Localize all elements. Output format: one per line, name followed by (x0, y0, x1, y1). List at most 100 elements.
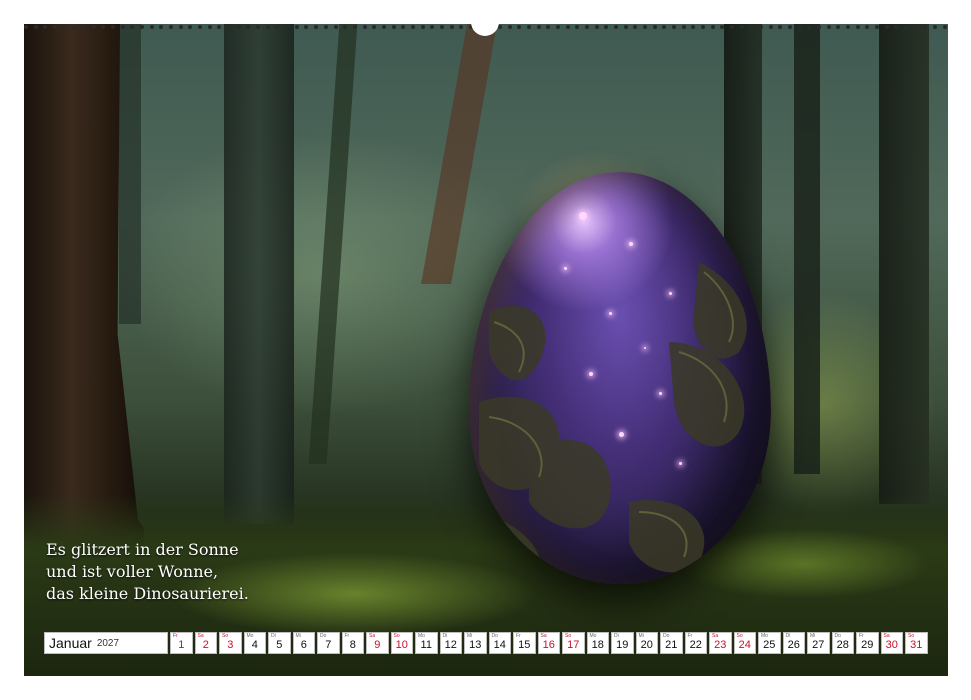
day-number: 6 (300, 639, 307, 651)
binding-hole (797, 25, 802, 29)
calendar-day-cell: Fr 15 (513, 632, 536, 654)
day-number: 15 (518, 639, 531, 651)
calendar-day-cell: So 10 (390, 632, 413, 654)
calendar-day-cell: Mo 25 (758, 632, 781, 654)
day-number: 8 (349, 639, 356, 651)
binding-hole (256, 25, 261, 29)
caption-line: und ist voller Wonne, (46, 562, 219, 581)
binding-hole (604, 25, 609, 29)
binding-hole (391, 25, 396, 29)
calendar-day-cell: Fr 29 (856, 632, 879, 654)
calendar-day-cell: Mi 6 (292, 632, 315, 654)
binding-hole (459, 25, 464, 29)
binding-hole (555, 25, 560, 29)
month-label: Januar 2027 (44, 632, 168, 654)
day-number: 9 (374, 639, 381, 651)
binding-hole (236, 25, 241, 29)
calendar-day-cell: Sa 23 (709, 632, 732, 654)
binding-hole (275, 25, 280, 29)
month-name: Januar (49, 635, 92, 651)
binding-hole (507, 25, 512, 29)
calendar-day-cell: Mi 13 (464, 632, 487, 654)
binding-hole (942, 25, 947, 29)
day-number: 7 (325, 639, 332, 651)
calendar-day-cell: Do 21 (660, 632, 683, 654)
tree-trunk (879, 24, 929, 504)
calendar-day-cell: So 24 (733, 632, 756, 654)
binding-hole (140, 25, 145, 29)
day-number: 23 (714, 639, 727, 651)
binding-hole (314, 25, 319, 29)
calendar-day-cell: Mo 18 (586, 632, 609, 654)
binding-hole (923, 25, 928, 29)
binding-hole (294, 25, 299, 29)
caption-text: Es glitzert in der Sonne und ist voller … (46, 539, 249, 605)
binding-hole (449, 25, 454, 29)
binding-hole (817, 25, 822, 29)
sparkle (669, 292, 672, 295)
binding-hole (739, 25, 744, 29)
binding-hole (662, 25, 667, 29)
binding-hole (875, 25, 880, 29)
binding-hole (401, 25, 406, 29)
day-cells: Fr 1 Sa 2 So 3 Mo 4 Di 5 Mi 6 Do 7 Fr 8 Sa 9 So 10 Mo 11 Di 12 M… (170, 632, 930, 656)
binding-hole (343, 25, 348, 29)
binding-hole (62, 25, 67, 29)
binding-hole (43, 25, 48, 29)
calendar-day-cell: Fr 8 (341, 632, 364, 654)
calendar-day-cell: Mo 11 (415, 632, 438, 654)
calendar-day-cell: Sa 9 (366, 632, 389, 654)
day-number: 26 (787, 639, 800, 651)
day-number: 17 (567, 639, 580, 651)
binding-hole (778, 25, 783, 29)
binding-hole (120, 25, 125, 29)
binding-hole (352, 25, 357, 29)
binding-hole (613, 25, 618, 29)
binding-hole (904, 25, 909, 29)
binding-hole (517, 25, 522, 29)
day-number: 31 (910, 639, 923, 651)
calendar-day-cell: Sa 16 (537, 632, 560, 654)
sparkle (644, 347, 646, 349)
binding-hole (265, 25, 270, 29)
binding-hole (246, 25, 251, 29)
binding-hole (430, 25, 435, 29)
sparkle (609, 312, 612, 315)
binding-hole (149, 25, 154, 29)
calendar-day-cell: So 17 (562, 632, 585, 654)
tree-trunk (224, 24, 294, 524)
binding-hole (101, 25, 106, 29)
day-number: 30 (885, 639, 898, 651)
sparkle (564, 267, 567, 270)
binding-hole (217, 25, 222, 29)
year-label: 2027 (96, 637, 120, 649)
binding-hole (643, 25, 647, 29)
day-number: 20 (640, 639, 653, 651)
binding-hole (169, 25, 174, 29)
binding-hole (836, 25, 841, 29)
binding-hole (362, 25, 367, 29)
day-number: 2 (202, 639, 209, 651)
binding-hole (865, 25, 870, 29)
binding-hole (720, 25, 725, 29)
calendar-day-cell: Mi 20 (635, 632, 658, 654)
binding-hole (410, 25, 415, 29)
calendar-day-cell: Sa 30 (880, 632, 903, 654)
binding-hole (285, 25, 290, 29)
calendar-day-cell: Do 7 (317, 632, 340, 654)
day-number: 12 (444, 639, 457, 651)
caption-line: Es glitzert in der Sonne (46, 540, 239, 559)
binding-hole (826, 25, 831, 29)
binding-hole (91, 25, 96, 29)
binding-hole (652, 25, 657, 29)
calendar-day-cell: Fr 22 (684, 632, 707, 654)
binding-hole (82, 25, 87, 29)
binding-hole (381, 25, 386, 29)
binding-hole (584, 25, 589, 29)
day-number: 28 (836, 639, 849, 651)
calendar-day-cell: Fr 1 (170, 632, 193, 654)
calendar-day-cell: Do 28 (831, 632, 854, 654)
calendar-day-cell: Di 12 (439, 632, 462, 654)
calendar-day-cell: Mi 27 (807, 632, 830, 654)
binding-hole (420, 25, 425, 29)
